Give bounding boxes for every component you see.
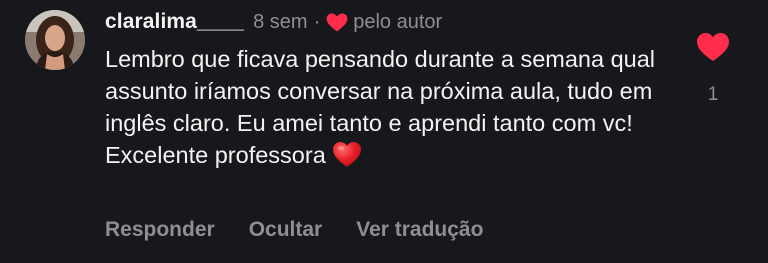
like-count: 1 (707, 84, 719, 105)
comment-body: Lembro que ficava pensando durante a sem… (105, 46, 656, 168)
separator: · (313, 10, 321, 33)
heart-emoji-icon (332, 142, 361, 167)
user-avatar-icon (25, 10, 85, 70)
comment-text: Lembro que ficava pensando durante a sem… (105, 43, 665, 171)
author-like-heart-icon (326, 12, 348, 32)
comment: claralima____ 8 sem · pelo autor Lembro … (0, 0, 768, 263)
timestamp: 8 sem (253, 10, 308, 33)
like-control: 1 (694, 32, 732, 106)
username[interactable]: claralima____ (105, 10, 244, 34)
comment-header: claralima____ 8 sem · pelo autor (105, 8, 442, 36)
liked-by-author-label: pelo autor (353, 10, 443, 33)
translate-button[interactable]: Ver tradução (356, 218, 483, 242)
comment-actions: Responder Ocultar Ver tradução (105, 218, 483, 242)
like-heart-icon[interactable] (696, 32, 730, 62)
hide-button[interactable]: Ocultar (249, 218, 323, 242)
reply-button[interactable]: Responder (105, 218, 215, 242)
avatar[interactable] (25, 10, 85, 70)
